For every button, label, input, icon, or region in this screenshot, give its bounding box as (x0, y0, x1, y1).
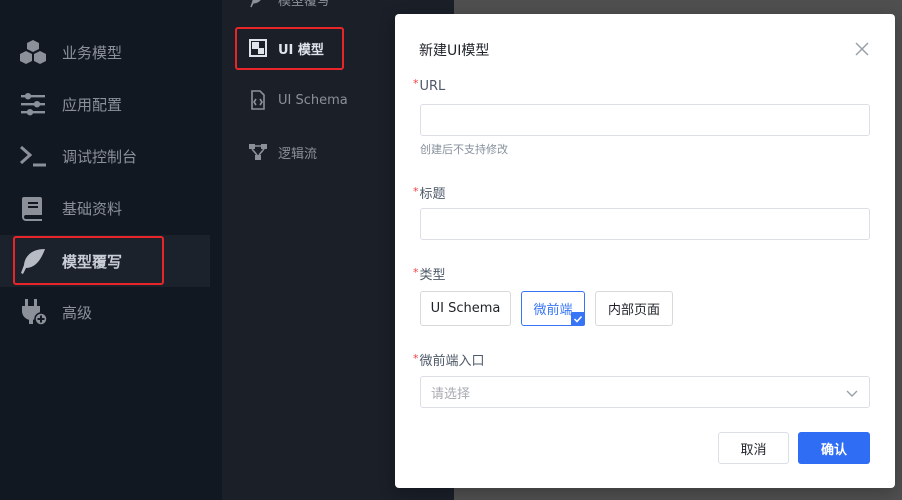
sidebar-item-label: 模型覆写 (62, 252, 123, 271)
subnav-item-label: UI 模型 (278, 42, 324, 58)
subnav-item-ui-model[interactable]: UI 模型 (238, 29, 418, 67)
sidebar-item-label: 高级 (62, 303, 93, 322)
cubes-icon (18, 37, 48, 67)
sidebar-item-model-override[interactable]: 模型覆写 (0, 235, 210, 287)
sidebar-item-label: 业务模型 (62, 43, 123, 62)
subnav-item-label: 模型覆写 (278, 0, 331, 9)
type-label: *类型 (413, 264, 446, 283)
subnav-item-model-override[interactable]: 模型覆写 (238, 0, 418, 18)
check-icon (571, 312, 585, 326)
title-input[interactable] (420, 208, 870, 240)
ui-model-icon (248, 38, 268, 58)
required-mark: * (413, 77, 419, 90)
plug-icon (18, 297, 48, 327)
type-option-label: 微前端 (533, 303, 573, 318)
sidebar-item-advanced[interactable]: 高级 (0, 286, 210, 338)
required-mark: * (413, 185, 419, 198)
subnav-item-label: 逻辑流 (278, 146, 318, 162)
type-option-micro-frontend[interactable]: 微前端 (521, 291, 585, 326)
required-mark: * (413, 352, 419, 365)
entry-select[interactable]: 请选择 (420, 376, 870, 408)
entry-label-text: 微前端入口 (419, 354, 485, 369)
confirm-button[interactable]: 确认 (798, 432, 870, 464)
url-label: *URL (413, 77, 446, 94)
url-input[interactable] (420, 104, 870, 136)
subnav-item-ui-schema[interactable]: UI Schema (238, 81, 418, 119)
new-ui-model-dialog: 新建UI模型 *URL 创建后不支持修改 *标题 *类型 UI Schema 微… (395, 14, 895, 488)
sidebar-item-debug-console[interactable]: 调试控制台 (0, 130, 210, 182)
sidebar-item-app-config[interactable]: 应用配置 (0, 78, 210, 130)
type-label-text: 类型 (419, 268, 446, 283)
subnav-item-logic-flow[interactable]: 逻辑流 (238, 133, 418, 171)
url-label-text: URL (419, 79, 446, 94)
sidebar-item-label: 基础资料 (62, 199, 123, 218)
type-option-internal-page[interactable]: 内部页面 (595, 291, 673, 326)
sliders-icon (18, 89, 48, 119)
entry-label: *微前端入口 (413, 350, 485, 369)
sidebar-item-business-model[interactable]: 业务模型 (0, 26, 210, 78)
title-label-text: 标题 (419, 187, 446, 202)
url-hint: 创建后不支持修改 (420, 143, 508, 156)
cancel-button[interactable]: 取消 (718, 432, 789, 464)
close-icon[interactable] (853, 40, 871, 58)
sidebar-item-basic-data[interactable]: 基础资料 (0, 182, 210, 234)
terminal-icon (18, 141, 48, 171)
required-mark: * (413, 266, 419, 279)
flow-icon (248, 142, 268, 162)
title-label: *标题 (413, 183, 446, 202)
primary-sidebar: 业务模型 应用配置 调试控制台 基础资料 模型覆写 高级 (0, 0, 222, 500)
feather-icon (248, 0, 268, 9)
sidebar-item-label: 调试控制台 (62, 147, 138, 166)
dialog-title: 新建UI模型 (419, 43, 490, 59)
book-icon (18, 193, 48, 223)
entry-select-placeholder: 请选择 (431, 386, 471, 402)
sidebar-item-label: 应用配置 (62, 95, 123, 114)
code-file-icon (248, 90, 268, 110)
type-option-ui-schema[interactable]: UI Schema (420, 291, 511, 326)
feather-icon (18, 246, 48, 276)
subnav-item-label: UI Schema (278, 92, 348, 108)
chevron-down-icon (846, 390, 858, 397)
